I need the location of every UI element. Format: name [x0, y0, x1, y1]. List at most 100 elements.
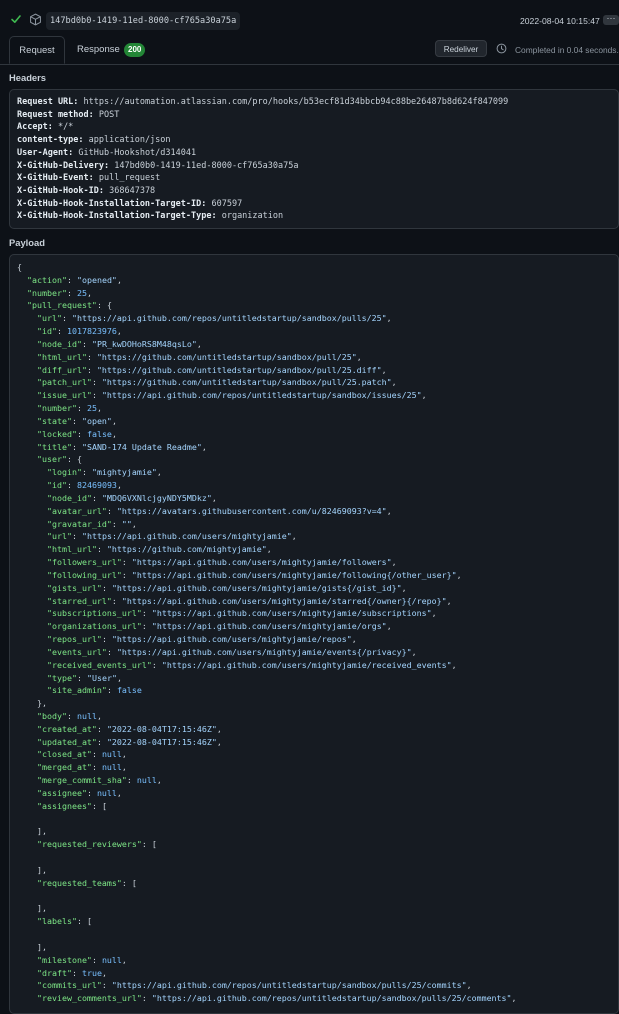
- payload-line: "number": 25,: [17, 287, 618, 300]
- payload-line: "site_admin": false: [17, 684, 618, 697]
- payload-indent: [17, 365, 37, 375]
- payload-line: ],: [17, 825, 618, 838]
- header-key: X-GitHub-Delivery:: [17, 160, 110, 171]
- payload-key: "site_admin": [46, 685, 107, 696]
- payload-punct: ,: [116, 787, 122, 798]
- payload-value: "https://github.com/untitledstartup/sand…: [101, 377, 392, 388]
- payload-punct: ,: [216, 736, 222, 747]
- payload-punct: ,: [116, 672, 122, 683]
- payload-value: "https://api.github.com/users/mightyjami…: [161, 659, 452, 670]
- header-key: Accept:: [17, 122, 53, 133]
- payload-value: 1017823976: [66, 326, 117, 337]
- payload-punct: ,: [86, 287, 92, 298]
- payload-punct: ,: [446, 595, 452, 606]
- payload-key: "html_url": [46, 544, 97, 555]
- payload-key: "assignee": [36, 787, 87, 798]
- header-line: Accept: */*: [17, 121, 618, 134]
- payload-line: "body": null,: [17, 710, 618, 723]
- payload-value: null: [101, 954, 122, 965]
- payload-key: "labels": [36, 916, 77, 927]
- payload-key: "merged_at": [36, 762, 92, 773]
- payload-punct: ,: [41, 698, 47, 709]
- payload-line: ],: [17, 864, 618, 877]
- payload-line: "requested_teams": [: [17, 877, 618, 890]
- payload-line: "html_url": "https://github.com/untitled…: [17, 351, 618, 364]
- tab-response[interactable]: Response: [77, 44, 120, 55]
- payload-value: "MDQ6VXNlcjgyNDY5MDkz": [101, 492, 212, 503]
- payload-indent: [17, 570, 47, 580]
- payload-indent: [17, 826, 37, 836]
- more-options-button[interactable]: ···: [603, 14, 619, 25]
- header-key: content-type:: [17, 135, 84, 146]
- payload-line: "commits_url": "https://api.github.com/r…: [17, 979, 618, 992]
- payload-indent: [17, 942, 37, 952]
- delivery-timestamp: 2022-08-04 10:15:47: [520, 16, 600, 26]
- payload-indent: [17, 865, 37, 875]
- payload-key: "type": [46, 672, 77, 683]
- payload-indent: [17, 390, 37, 400]
- header-value: application/json: [83, 135, 171, 146]
- payload-line: "url": "https://api.github.com/repos/unt…: [17, 312, 618, 325]
- payload-line: "pull_request": {: [17, 299, 618, 312]
- payload-indent: [17, 724, 37, 734]
- payload-key: "draft": [36, 967, 72, 978]
- header-value: POST: [93, 109, 120, 120]
- payload-key: "milestone": [36, 954, 92, 965]
- payload-punct: ,: [381, 364, 387, 375]
- payload-value: "https://api.github.com/users/mightyjami…: [81, 531, 292, 542]
- payload-key: "commits_url": [36, 980, 102, 991]
- payload-indent: [17, 673, 47, 683]
- payload-indent: [17, 288, 27, 298]
- payload-line: "id": 82469093,: [17, 479, 618, 492]
- payload-punct: ,: [421, 390, 427, 401]
- payload-value: null: [96, 787, 117, 798]
- header-line: content-type: application/json: [17, 134, 618, 147]
- payload-key: "url": [46, 531, 72, 542]
- payload-line: "updated_at": "2022-08-04T17:15:46Z",: [17, 736, 618, 749]
- payload-punct: ,: [411, 646, 417, 657]
- payload-line: "events_url": "https://api.github.com/us…: [17, 646, 618, 659]
- redeliver-button[interactable]: Redeliver: [435, 40, 487, 57]
- payload-line: "closed_at": null,: [17, 748, 618, 761]
- delivery-header: 147bd0b0-1419-11ed-8000-cf765a30a75a 202…: [0, 0, 619, 36]
- payload-line: "title": "SAND-174 Update Readme",: [17, 441, 618, 454]
- payload-key: "starred_url": [46, 595, 112, 606]
- payload-indent: [17, 313, 37, 323]
- payload-value: 82469093: [76, 480, 117, 491]
- tab-request[interactable]: Request: [9, 36, 65, 64]
- payload-line: "assignee": null,: [17, 787, 618, 800]
- delivery-guid[interactable]: 147bd0b0-1419-11ed-8000-cf765a30a75a: [46, 12, 241, 30]
- header-value: 147bd0b0-1419-11ed-8000-cf765a30a75a: [109, 160, 299, 171]
- header-value: GitHub-Hookshot/d314041: [73, 147, 197, 158]
- payload-key: "patch_url": [36, 377, 92, 388]
- payload-value: false: [116, 685, 142, 696]
- payload-value: "opened": [76, 274, 117, 285]
- payload-indent: [17, 596, 47, 606]
- header-value: https://automation.atlassian.com/pro/hoo…: [78, 97, 509, 107]
- payload-punct: ,: [466, 980, 472, 991]
- payload-line: "locked": false,: [17, 428, 618, 441]
- payload-punct: ,: [266, 544, 272, 555]
- payload-indent: [17, 737, 37, 747]
- payload-key: "html_url": [36, 351, 87, 362]
- payload-title: Payload: [9, 237, 45, 248]
- payload-punct: ,: [401, 582, 407, 593]
- payload-value: [: [86, 916, 92, 927]
- payload-key: "subscriptions_url": [46, 608, 142, 619]
- payload-key: "requested_teams": [36, 877, 122, 888]
- payload-indent: [17, 621, 47, 631]
- payload-value: "https://api.github.com/users/mightyjami…: [121, 595, 447, 606]
- payload-indent: [17, 467, 47, 477]
- payload-key: "body": [36, 710, 67, 721]
- payload-punct: ,: [41, 864, 47, 875]
- payload-line: "state": "open",: [17, 415, 618, 428]
- payload-key: "title": [36, 441, 72, 452]
- payload-value: "https://api.github.com/users/mightyjami…: [151, 608, 432, 619]
- payload-value: "https://api.github.com/repos/untitledst…: [101, 390, 422, 401]
- payload-line: "patch_url": "https://github.com/untitle…: [17, 376, 618, 389]
- payload-punct: ,: [196, 338, 202, 349]
- payload-key: "state": [36, 415, 72, 426]
- payload-value: "open": [81, 415, 112, 426]
- payload-indent: [17, 968, 37, 978]
- header-line: X-GitHub-Hook-Installation-Target-ID: 60…: [17, 198, 618, 211]
